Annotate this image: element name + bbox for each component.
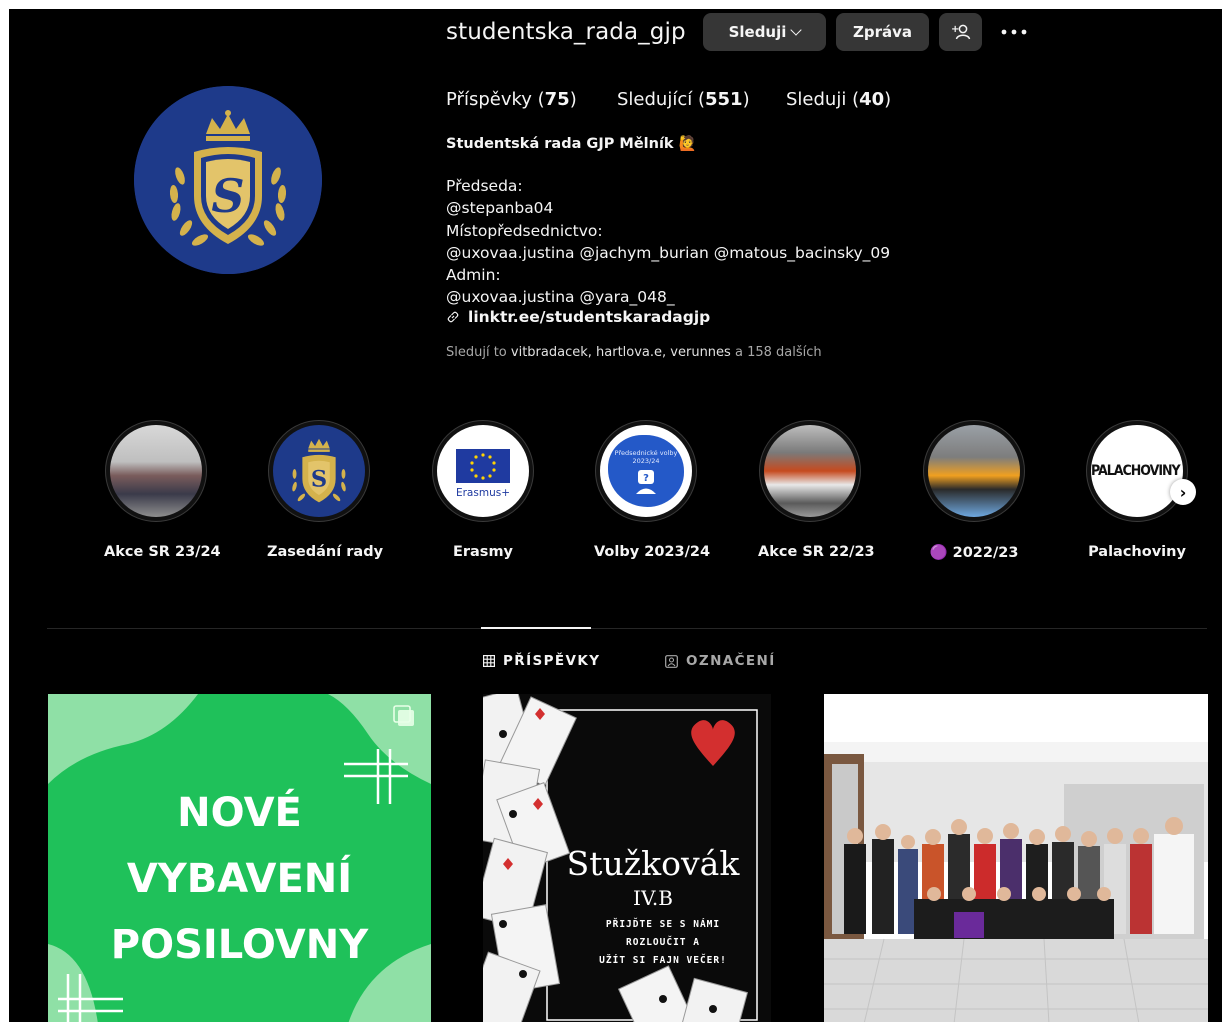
costume-photo-thumbnail (764, 425, 856, 517)
tabs-divider (47, 628, 1207, 629)
highlight-zasedani-rady[interactable]: S Zasedání rady (267, 420, 384, 560)
followed-by-names[interactable]: vitbradacek, hartlova.e, verunnes (511, 345, 731, 360)
bio-line[interactable]: @uxovaa.justina @yara_048_ (446, 286, 890, 308)
profile-external-link[interactable]: linktr.ee/studentskaradagjp (446, 308, 710, 326)
following-button[interactable]: Sleduji (703, 13, 826, 51)
add-person-icon: + (951, 24, 970, 40)
vote-person-icon: ? (636, 470, 656, 494)
post-line: VYBAVENÍ (126, 856, 353, 902)
highlight-cover: PALACHOVINY (1086, 420, 1188, 522)
more-options-button[interactable] (994, 13, 1034, 51)
post-tile-stuzkovak[interactable]: Stužkovák IV.B PŘIJĎTE SE S NÁMI ROZLOUČ… (483, 694, 771, 1022)
highlight-cover: Erasmus+ (432, 420, 534, 522)
chevron-down-icon (790, 23, 803, 36)
bio-line: Místopředsednictvo: (446, 221, 603, 240)
bio-line[interactable]: @uxovaa.justina @jachym_burian @matous_b… (446, 242, 890, 264)
highlight-erasmy[interactable]: Erasmus+ Erasmy (431, 420, 535, 560)
grid-icon (483, 655, 495, 667)
post-subtitle-line: PŘIJĎTE SE S NÁMI ROZLOUČIT A (605, 919, 721, 948)
profile-username: studentska_rada_gjp (446, 19, 686, 45)
highlights-next-button[interactable]: › (1170, 479, 1196, 505)
profile-avatar[interactable]: S (134, 86, 322, 274)
gym-photo-thumbnail (928, 425, 1020, 517)
bio-line: Předseda: (446, 177, 523, 195)
following-stat-label: Sleduji (786, 89, 847, 110)
profile-display-name: Studentská rada GJP Mělník 🙋 (446, 136, 697, 152)
link-icon (447, 311, 459, 323)
group-photo-illustration (824, 694, 1208, 1022)
highlight-cover (105, 420, 207, 522)
followed-by-prefix: Sledují to (446, 345, 507, 360)
followers-count-stat[interactable]: Sledující (551) (617, 89, 750, 110)
svg-text:S: S (211, 169, 244, 223)
highlight-label: Akce SR 23/24 (104, 544, 221, 560)
highlight-label: Erasmy (452, 544, 514, 560)
highlight-cover (923, 420, 1025, 522)
followers-stat-label: Sledující (617, 89, 693, 110)
post-tile-group-photo[interactable] (824, 694, 1208, 1022)
more-icon (1001, 29, 1027, 35)
tab-tagged[interactable]: OZNAČENÍ (665, 653, 776, 669)
posts-stat-label: Příspěvky (446, 89, 532, 110)
highlight-label: 🟣 2022/23 (929, 545, 1019, 561)
palachoviny-cover-text: PALACHOVINY (1091, 463, 1181, 479)
following-button-label: Sleduji (728, 23, 787, 41)
erasmus-logo-thumbnail: Erasmus+ (437, 425, 529, 517)
active-tab-indicator (481, 627, 591, 629)
tagged-person-icon (665, 654, 678, 668)
followers-stat-value: 551 (704, 89, 743, 110)
add-person-button[interactable]: + (939, 13, 982, 51)
tab-posts[interactable]: PŘÍSPĚVKY (483, 653, 600, 669)
chevron-right-icon: › (1179, 482, 1187, 502)
highlight-2022-23[interactable]: 🟣 2022/23 (922, 420, 1026, 561)
highlight-akce-sr-23-24[interactable]: Akce SR 23/24 (104, 420, 221, 560)
highlight-label: Zasedání rady (267, 544, 384, 560)
svg-text:+: + (951, 24, 959, 35)
palachoviny-thumbnail: PALACHOVINY (1091, 425, 1183, 517)
post-text: NOVÉ VYBAVENÍ POSILOVNY (48, 780, 431, 978)
group-photo-thumbnail (110, 425, 202, 517)
post-subtitle-line: UŽÍT SI FAJN VEČER! (599, 955, 727, 966)
followed-by-text[interactable]: Sledují to vitbradacek, hartlova.e, veru… (446, 345, 822, 360)
profile-link-text[interactable]: linktr.ee/studentskaradagjp (468, 308, 710, 326)
post-subtitle: PŘIJĎTE SE S NÁMI ROZLOUČIT A UŽÍT SI FA… (573, 916, 753, 970)
highlight-label: Akce SR 22/23 (758, 544, 875, 560)
svg-text:S: S (311, 467, 327, 493)
post-tile-gym-equipment[interactable]: NOVÉ VYBAVENÍ POSILOVNY (48, 694, 431, 1022)
followed-by-suffix: a 158 dalších (734, 345, 822, 360)
highlight-cover: Předsednické volby 2023/24 ? (595, 420, 697, 522)
tab-posts-label: PŘÍSPĚVKY (503, 653, 601, 669)
message-button[interactable]: Zpráva (836, 13, 929, 51)
posts-stat-value: 75 (544, 89, 570, 110)
post-line: NOVÉ (177, 790, 302, 836)
crest-logo-icon: S (292, 438, 346, 503)
highlight-label: Palachoviny (1088, 544, 1186, 560)
elections-cover-text: Předsednické volby 2023/24 (614, 449, 678, 465)
crest-logo-icon: S (134, 86, 322, 274)
post-title: Stužkovák (566, 844, 740, 883)
post-line: POSILOVNY (110, 922, 369, 968)
bio-line[interactable]: @stepanba04 (446, 197, 890, 219)
following-count-stat[interactable]: Sleduji (40) (786, 89, 891, 110)
posts-count-stat: Příspěvky (75) (446, 89, 577, 110)
svg-text:?: ? (643, 473, 649, 484)
bio-line: Admin: (446, 266, 501, 285)
erasmus-logo-text: Erasmus+ (455, 487, 510, 499)
highlight-cover (759, 420, 861, 522)
eu-flag-icon (456, 449, 510, 483)
crest-thumbnail: S (273, 425, 365, 517)
profile-page: studentska_rada_gjp Sleduji Zpráva + S P… (9, 9, 1222, 1022)
following-stat-value: 40 (859, 89, 885, 110)
profile-bio: Předseda: @stepanba04 Místopředsednictvo… (446, 175, 890, 309)
highlight-label: Volby 2023/24 (594, 544, 711, 560)
highlight-akce-sr-22-23[interactable]: Akce SR 22/23 (758, 420, 875, 560)
message-button-label: Zpráva (852, 23, 913, 41)
highlight-cover: S (268, 420, 370, 522)
highlight-volby-2023-24[interactable]: Předsednické volby 2023/24 ? Volby 2023/… (594, 420, 711, 560)
elections-thumbnail: Předsednické volby 2023/24 ? (600, 425, 692, 517)
post-class: IV.B (633, 886, 673, 910)
tab-tagged-label: OZNAČENÍ (686, 653, 776, 669)
